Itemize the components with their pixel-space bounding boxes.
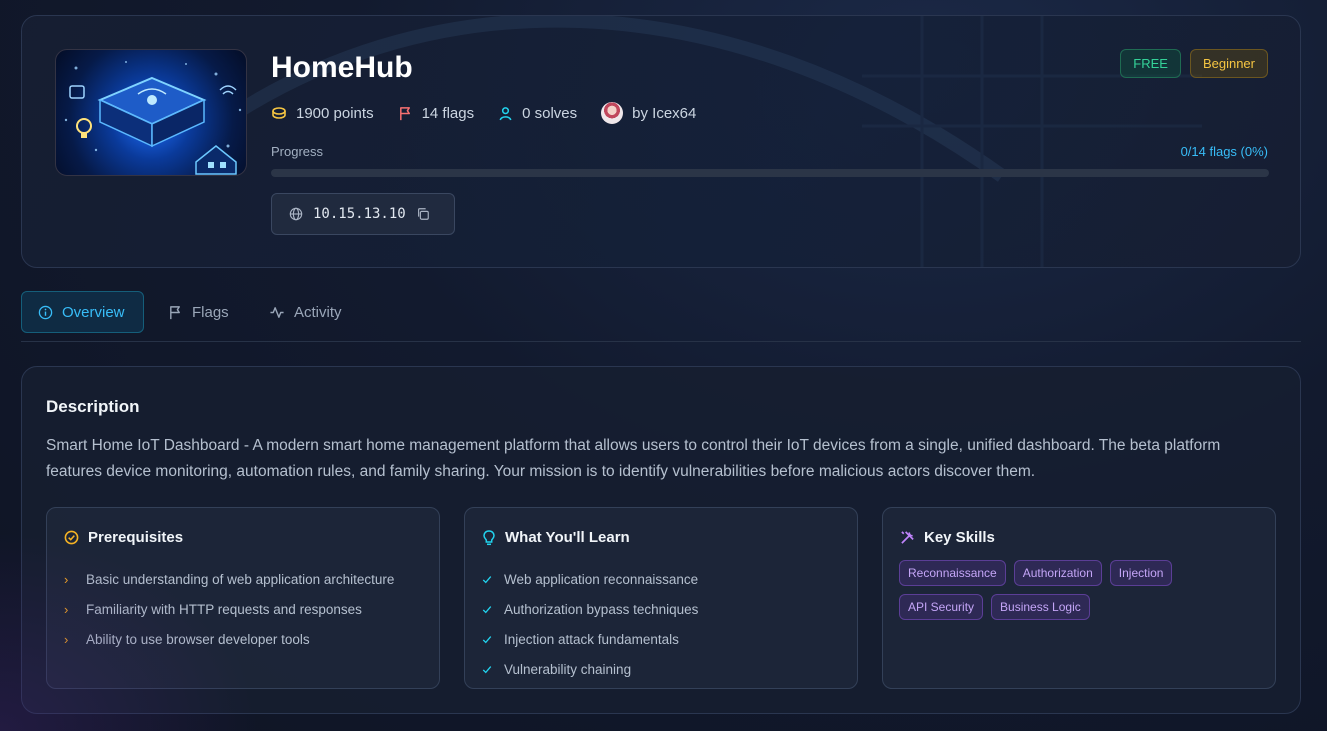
skill-tag: Reconnaissance bbox=[899, 560, 1006, 586]
target-ip-address[interactable]: 10.15.13.10 bbox=[313, 206, 406, 222]
chevron-right-icon: › bbox=[64, 631, 69, 647]
tab-overview-label: Overview bbox=[62, 303, 125, 321]
flags-stat: 14 flags bbox=[398, 104, 475, 122]
price-badge: FREE bbox=[1120, 49, 1181, 78]
skill-tag: Business Logic bbox=[991, 594, 1090, 620]
learn-card: What You'll Learn Web application reconn… bbox=[464, 507, 858, 689]
list-item-text: Injection attack fundamentals bbox=[504, 631, 679, 647]
difficulty-badge: Beginner bbox=[1189, 49, 1268, 78]
list-item-text: Familiarity with HTTP requests and respo… bbox=[86, 601, 362, 617]
skills-title: Key Skills bbox=[900, 529, 995, 546]
skill-tag: API Security bbox=[899, 594, 984, 620]
author-avatar bbox=[601, 102, 624, 124]
prerequisites-title-text: Prerequisites bbox=[88, 529, 184, 546]
tab-overview[interactable]: Overview bbox=[21, 291, 144, 333]
list-item-text: Vulnerability chaining bbox=[504, 661, 632, 677]
solves-value: 0 solves bbox=[522, 104, 578, 122]
skill-tag: Authorization bbox=[1013, 560, 1102, 586]
check-icon bbox=[482, 575, 492, 583]
progress-label: Progress bbox=[271, 144, 324, 159]
flag-icon bbox=[399, 106, 410, 120]
challenge-tabs: Overview Flags Activity bbox=[21, 291, 1301, 342]
list-item: › Basic understanding of web application … bbox=[64, 564, 394, 594]
skill-tag: Injection bbox=[1109, 560, 1173, 586]
coins-icon bbox=[272, 107, 286, 119]
skills-card: Key Skills Reconnaissance Authorization … bbox=[882, 507, 1276, 689]
description-text: Smart Home IoT Dashboard - A modern smar… bbox=[46, 437, 1221, 480]
tools-icon bbox=[901, 531, 914, 544]
list-item: Authorization bypass techniques bbox=[482, 594, 698, 624]
flags-value: 14 flags bbox=[421, 104, 475, 122]
chevron-right-icon: › bbox=[64, 571, 69, 587]
list-item-text: Basic understanding of web application a… bbox=[86, 571, 395, 587]
list-item: › Familiarity with HTTP requests and resp… bbox=[64, 594, 394, 624]
tab-flags-label: Flags bbox=[192, 303, 229, 321]
prerequisites-card: Prerequisites › Basic understanding of we… bbox=[46, 507, 440, 689]
skills-title-text: Key Skills bbox=[924, 529, 995, 546]
challenge-badges: FREE Beginner bbox=[1120, 49, 1268, 78]
list-item: Web application reconnaissance bbox=[482, 564, 698, 594]
globe-icon bbox=[289, 207, 303, 221]
target-ip-box[interactable]: 10.15.13.10 bbox=[271, 193, 455, 235]
challenge-header-card: HomeHub 1900 points 14 flags 0 solves by… bbox=[21, 15, 1301, 268]
list-item: › Ability to use browser developer tools bbox=[64, 624, 394, 654]
list-item-text: Authorization bypass techniques bbox=[504, 601, 699, 617]
check-icon bbox=[482, 665, 492, 673]
solves-stat: 0 solves bbox=[498, 105, 577, 122]
challenge-thumbnail bbox=[55, 49, 247, 176]
chevron-right-icon: › bbox=[64, 601, 69, 617]
learn-title-text: What You'll Learn bbox=[505, 529, 630, 546]
points-stat: 1900 points bbox=[271, 105, 374, 122]
description-heading: Description bbox=[46, 397, 140, 416]
flag-icon bbox=[170, 305, 180, 319]
copy-icon[interactable] bbox=[416, 207, 430, 221]
tab-activity-label: Activity bbox=[294, 303, 342, 321]
author-name[interactable]: by Icex64 bbox=[632, 105, 696, 122]
skill-tags: Reconnaissance Authorization Injection A… bbox=[899, 560, 1264, 620]
learn-list: Web application reconnaissance Authoriza… bbox=[482, 564, 698, 684]
challenge-meta: 1900 points 14 flags 0 solves by Icex64 bbox=[271, 102, 696, 124]
check-circle-icon bbox=[64, 530, 79, 545]
activity-icon bbox=[270, 306, 284, 318]
list-item: Vulnerability chaining bbox=[482, 654, 698, 684]
list-item-text: Web application reconnaissance bbox=[504, 571, 699, 587]
user-icon bbox=[499, 106, 512, 120]
prerequisites-title: Prerequisites bbox=[64, 529, 183, 546]
info-icon bbox=[38, 305, 53, 319]
list-item: Injection attack fundamentals bbox=[482, 624, 698, 654]
tab-activity[interactable]: Activity bbox=[253, 291, 358, 333]
progress-value: 0/14 flags (0%) bbox=[1180, 144, 1268, 159]
lightbulb-icon bbox=[483, 529, 495, 545]
prerequisites-list: › Basic understanding of web application … bbox=[64, 564, 394, 654]
tab-flags[interactable]: Flags bbox=[152, 291, 245, 333]
check-icon bbox=[482, 605, 492, 613]
points-value: 1900 points bbox=[296, 104, 374, 122]
learn-title: What You'll Learn bbox=[482, 529, 630, 546]
author-link[interactable]: by Icex64 bbox=[601, 102, 696, 124]
list-item-text: Ability to use browser developer tools bbox=[86, 631, 310, 647]
overview-card: Description Smart Home IoT Dashboard - A… bbox=[21, 366, 1301, 714]
check-icon bbox=[482, 635, 492, 643]
challenge-title: HomeHub bbox=[271, 51, 413, 84]
progress-bar bbox=[271, 169, 1269, 177]
